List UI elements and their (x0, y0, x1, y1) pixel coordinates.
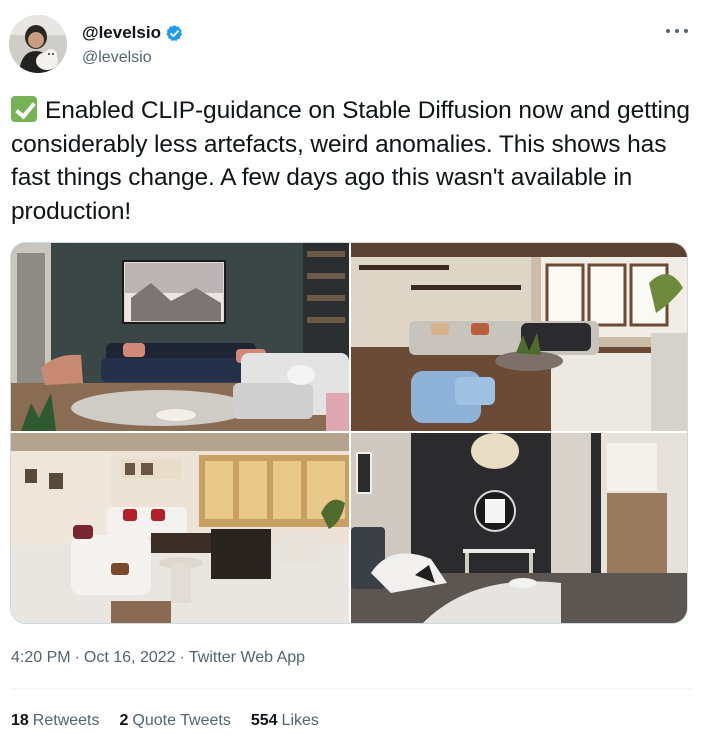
tweet-text: Enabled CLIP-guidance on Stable Diffusio… (11, 97, 690, 225)
tweet-source[interactable]: Twitter Web App (189, 649, 305, 666)
meta-separator: · (74, 649, 80, 666)
more-options-icon[interactable] (666, 24, 688, 38)
tweet: @levelsio @levelsio Enabled CLIP-guidanc… (0, 0, 711, 747)
author-name-row[interactable]: @levelsio (82, 23, 184, 43)
retweets-stat[interactable]: 18 Retweets (11, 711, 100, 731)
tweet-stats: 18 Retweets 2 Quote Tweets 554 Likes (11, 711, 339, 731)
divider (11, 688, 691, 689)
media-image-4[interactable] (351, 433, 687, 623)
tweet-text-container: Enabled CLIP-guidance on Stable Diffusio… (11, 94, 701, 228)
more-dot (675, 29, 679, 33)
tweet-time[interactable]: 4:20 PM (11, 649, 71, 666)
green-check-mark-icon (11, 96, 37, 122)
verified-badge-icon (165, 24, 184, 43)
author-display-name[interactable]: @levelsio (82, 23, 161, 43)
quote-tweets-count: 2 (119, 712, 129, 729)
tweet-date[interactable]: Oct 16, 2022 (84, 649, 176, 666)
media-image-1[interactable] (11, 243, 349, 431)
more-dot (666, 29, 670, 33)
meta-separator: · (179, 649, 185, 666)
quote-tweets-label: Quote Tweets (132, 712, 231, 729)
retweets-label: Retweets (32, 712, 100, 729)
author-handle[interactable]: @levelsio (82, 48, 152, 68)
media-image-3[interactable] (11, 433, 349, 623)
more-dot (684, 29, 688, 33)
likes-label: Likes (281, 712, 319, 729)
avatar[interactable] (9, 15, 67, 73)
likes-count: 554 (250, 712, 278, 729)
media-grid (10, 242, 688, 624)
media-image-2[interactable] (351, 243, 687, 431)
quote-tweets-stat[interactable]: 2 Quote Tweets (120, 711, 231, 731)
avatar-image (9, 15, 67, 73)
tweet-meta: 4:20 PM · Oct 16, 2022 · Twitter Web App (11, 648, 305, 668)
likes-stat[interactable]: 554 Likes (251, 711, 319, 731)
retweets-count: 18 (11, 712, 29, 729)
